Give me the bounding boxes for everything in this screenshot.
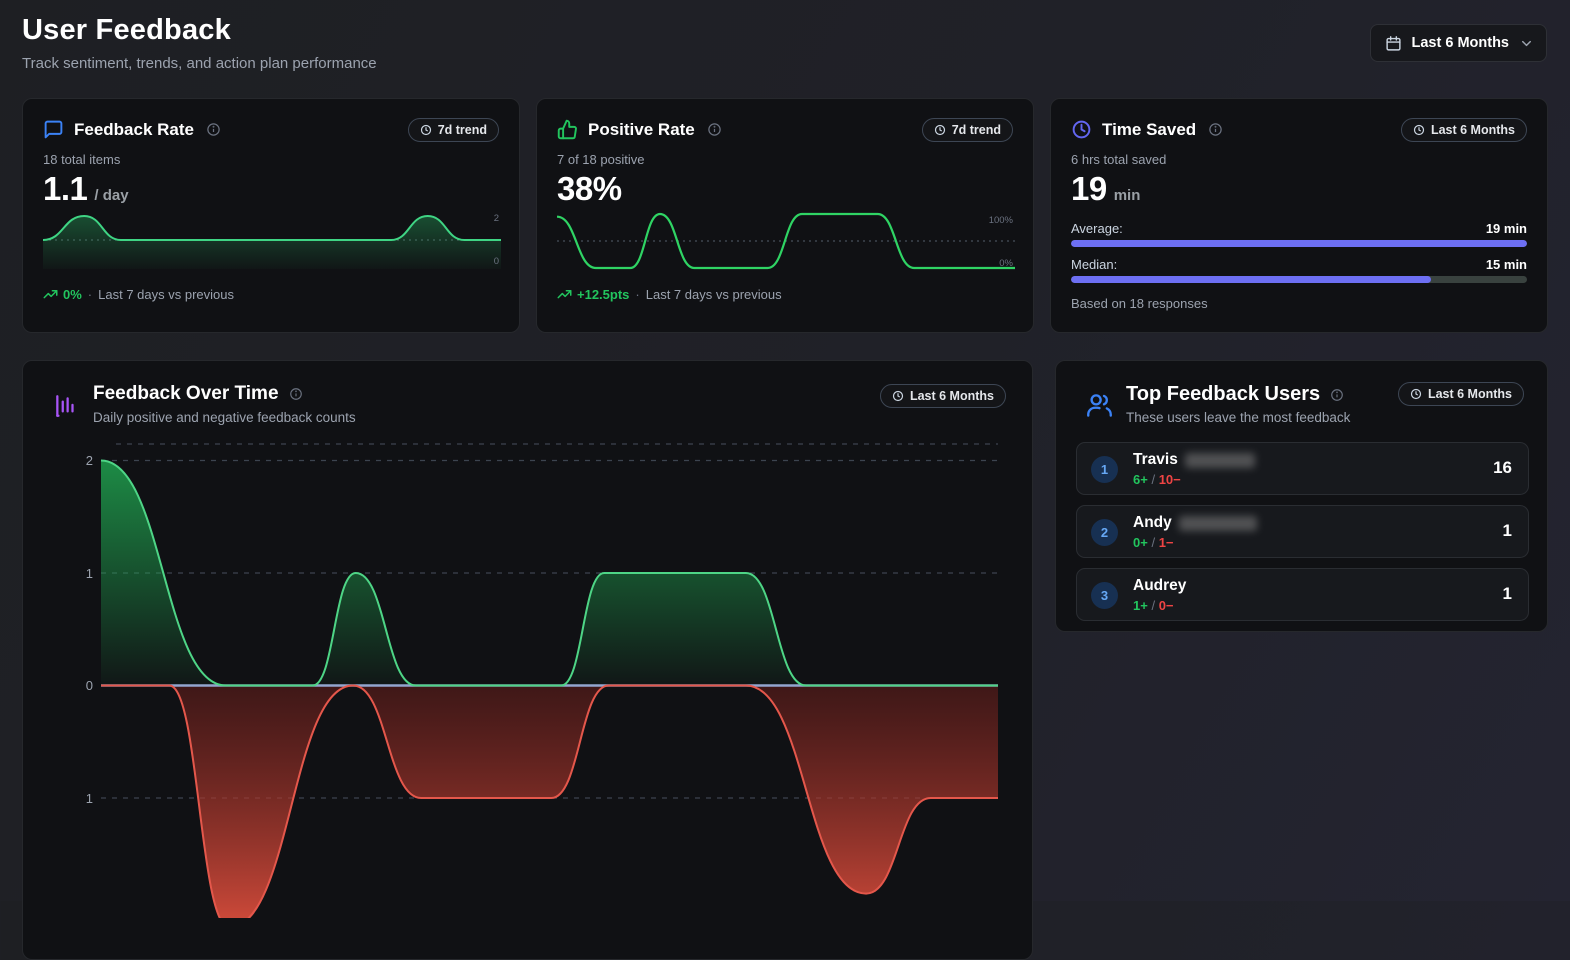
period-badge: Last 6 Months [879,384,1006,408]
sparkline-axis-max: 100% [988,215,1013,226]
median-progress-bar [1071,276,1527,283]
user-name: Travis [1133,451,1255,469]
user-stats: 6+ / 10− [1133,472,1181,487]
positive-rate-value: 38% [557,170,622,207]
card-subtext: 7 of 18 positive [557,152,645,167]
panel-title: Top Feedback Users [1126,383,1321,405]
feedback-rate-value: 1.1 / day [43,170,129,207]
info-icon[interactable] [289,387,303,401]
card-subtext: 6 hrs total saved [1071,152,1167,167]
card-title: Time Saved [1102,119,1197,139]
trending-up-icon [43,290,58,299]
clock-icon [892,390,904,402]
responses-footnote: Based on 18 responses [1071,296,1208,311]
user-stats: 1+ / 0− [1133,598,1174,613]
user-total-count: 1 [1502,521,1512,540]
redacted-surname [1178,515,1257,531]
card-subtext: 18 total items [43,152,121,167]
user-row-travis[interactable]: 1 Travis 6+ / 10− 16 [1076,442,1529,495]
positive-negative-area-chart [101,443,998,918]
clock-icon [1071,119,1092,140]
clock-icon [420,124,431,136]
feedback-rate-card: Feedback Rate 7d trend 18 total items 1.… [22,98,520,333]
user-total-count: 16 [1493,458,1512,477]
user-name: Audrey [1133,577,1187,594]
y-axis-tick: 0 [85,678,93,693]
median-label: Median: [1071,257,1118,272]
card-footer: +12.5pts · Last 7 days vs previous [557,287,782,302]
sparkline-axis-max: 2 [493,213,499,224]
trending-up-icon [557,290,572,299]
period-badge: Last 6 Months [1400,118,1527,142]
user-name: Andy [1133,514,1257,532]
clock-icon [1413,124,1425,136]
sparkline-axis-min: 0% [999,258,1013,269]
bar-chart-icon [53,387,79,425]
redacted-surname [1184,452,1255,468]
user-stats: 0+ / 1− [1133,535,1174,550]
sparkline-axis-min: 0 [493,256,499,267]
y-axis-tick: 1 [85,566,93,581]
clock-icon [934,124,945,136]
chevron-down-icon [1519,36,1534,51]
card-title: Feedback Rate [74,119,194,139]
positive-rate-card: Positive Rate 7d trend 7 of 18 positive … [536,98,1034,333]
average-label: Average: [1071,221,1123,236]
user-row-audrey[interactable]: 3 Audrey 1+ / 0− 1 [1076,568,1529,621]
info-icon[interactable] [707,122,722,137]
trend-period-badge: 7d trend [921,118,1013,142]
clock-icon [1410,388,1422,400]
thumbs-up-icon [557,119,578,140]
rank-badge: 3 [1091,582,1118,609]
panel-subtitle: These users leave the most feedback [1126,410,1351,425]
message-bubble-icon [43,119,64,140]
period-badge: Last 6 Months [1397,382,1524,406]
average-value: 19 min [1485,221,1527,236]
time-saved-value: 19 min [1071,170,1141,207]
delta-note: Last 7 days vs previous [645,287,782,302]
users-icon [1086,386,1113,425]
calendar-icon [1385,35,1402,52]
date-range-label: Last 6 Months [1411,35,1509,51]
user-total-count: 1 [1502,584,1512,603]
delta-value: 0% [43,287,82,302]
delta-value: +12.5pts [557,287,629,302]
card-footer: 0% · Last 7 days vs previous [43,287,234,302]
card-title: Positive Rate [588,119,695,139]
rank-badge: 2 [1091,519,1118,546]
y-axis-tick: 1 [85,791,93,806]
time-saved-card: Time Saved Last 6 Months 6 hrs total sav… [1050,98,1548,333]
average-progress-bar [1071,240,1527,247]
y-axis-tick: 2 [85,453,93,468]
trend-period-badge: 7d trend [407,118,499,142]
info-icon[interactable] [206,122,221,137]
top-feedback-users-card: Top Feedback Users These users leave the… [1055,360,1548,632]
date-range-dropdown[interactable]: Last 6 Months [1369,24,1547,62]
page-subtitle: Track sentiment, trends, and action plan… [22,55,377,72]
user-row-andy[interactable]: 2 Andy 0+ / 1− 1 [1076,505,1529,558]
feedback-over-time-card: Feedback Over Time Daily positive and ne… [22,360,1033,960]
delta-note: Last 7 days vs previous [98,287,234,302]
median-value: 15 min [1485,257,1527,272]
info-icon[interactable] [1208,122,1223,137]
positive-rate-trendline: 100% 0% [556,209,1015,273]
chart-title: Feedback Over Time [93,383,279,404]
info-icon[interactable] [1330,388,1344,402]
chart-subtitle: Daily positive and negative feedback cou… [93,410,356,425]
feedback-rate-sparkline: 2 0 [42,212,501,269]
page-title: User Feedback [22,14,231,46]
rank-badge: 1 [1091,456,1118,483]
